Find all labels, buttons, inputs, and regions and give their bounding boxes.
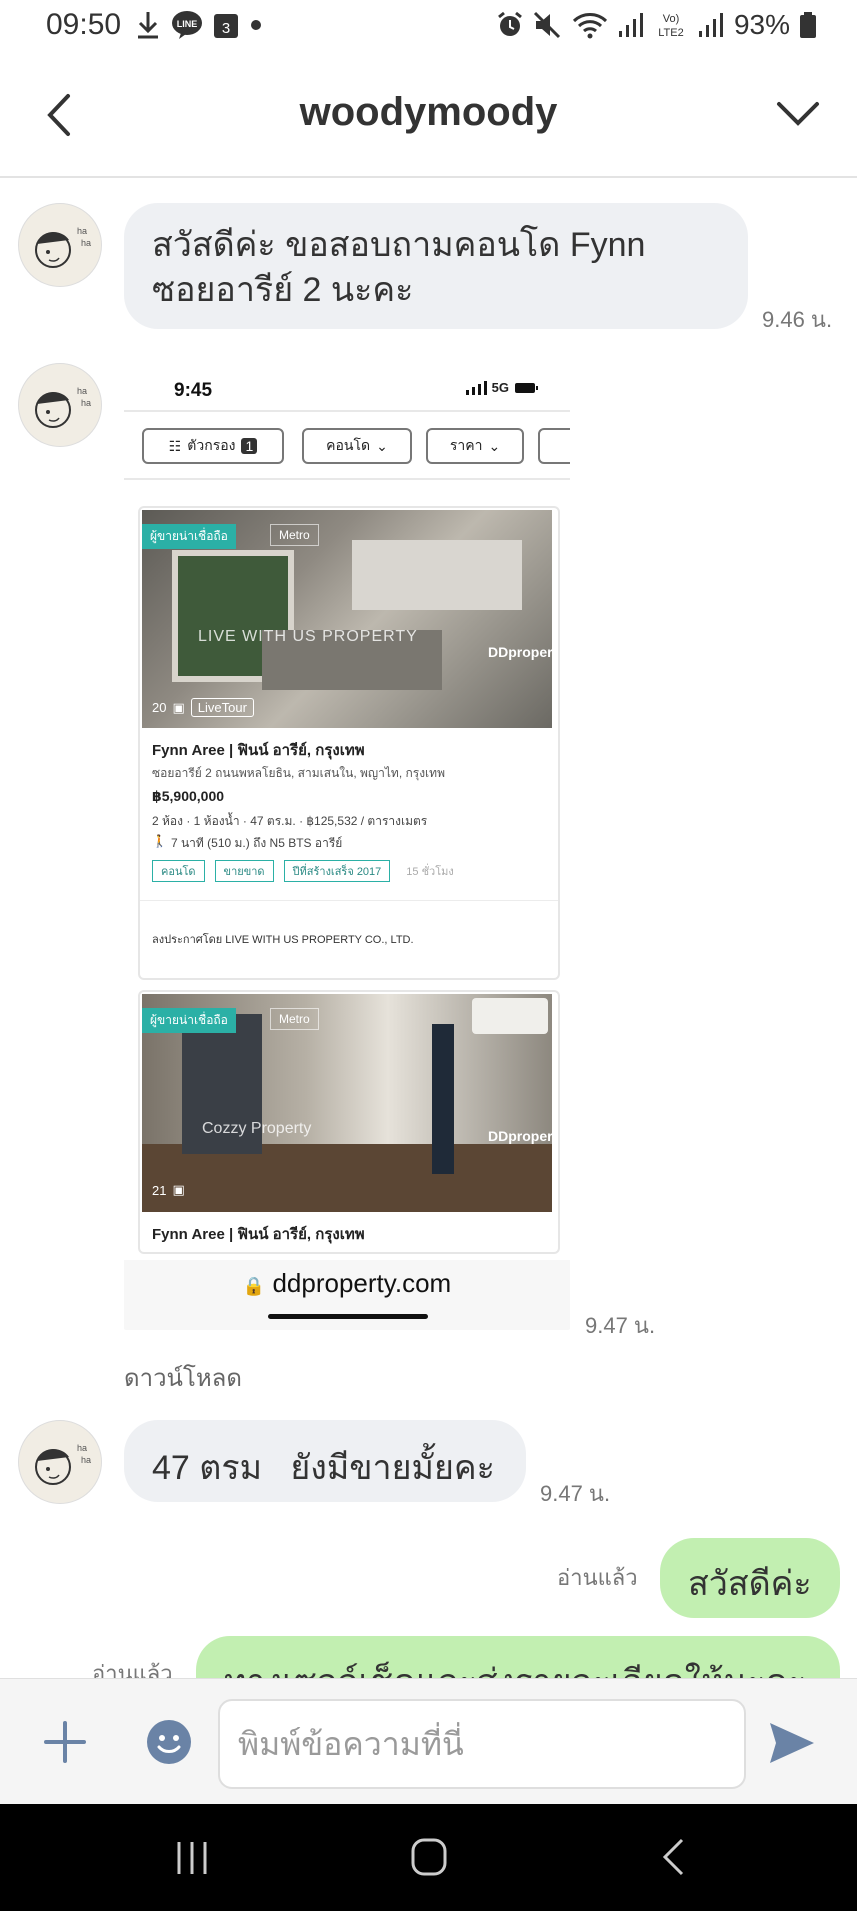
avatar-drawing-icon: ha ha bbox=[35, 386, 91, 428]
navigation-bar bbox=[0, 1804, 857, 1911]
message-time: 9.47 น. bbox=[585, 1313, 656, 1338]
listing-agent: ลงประกาศโดย LIVE WITH US PROPERTY CO., L… bbox=[152, 934, 414, 946]
listing-photo: ผู้ขายน่าเชื่อถือ Metro LIVE WITH US PRO… bbox=[142, 510, 558, 728]
badge: ผู้ขายน่าเชื่อถือ bbox=[142, 524, 236, 549]
message-bubble[interactable]: 47 ตรม ยังมีขายมั้ยคะ bbox=[124, 1420, 526, 1502]
signal-icon bbox=[618, 13, 643, 37]
battery-icon bbox=[800, 12, 816, 38]
calendar-icon: 3 bbox=[214, 14, 238, 38]
volte-icon: Vo) LTE2 bbox=[658, 13, 683, 39]
home-indicator bbox=[268, 1314, 428, 1319]
listing-photo: ผู้ขายน่าเชื่อถือ Metro Cozzy Property D… bbox=[142, 994, 558, 1212]
gallery-icon: ▣ bbox=[172, 699, 185, 715]
photo-watermark: LIVE WITH US PROPERTY bbox=[198, 628, 418, 645]
badge: ผู้ขายน่าเชื่อถือ bbox=[142, 1008, 236, 1033]
message-time: 9.46 น. bbox=[762, 307, 833, 332]
filter-chip: ☷ ตัวกรอง 1 bbox=[142, 428, 284, 464]
battery-icon bbox=[515, 382, 538, 393]
listing-posted: 15 ชั่วโมง bbox=[406, 866, 454, 878]
svg-text:LTE2: LTE2 bbox=[658, 27, 683, 39]
signal-icon bbox=[465, 380, 487, 395]
walk-icon: 🚶 bbox=[152, 834, 167, 848]
avatar-drawing-icon: ha ha bbox=[35, 1443, 91, 1485]
svg-text:ha: ha bbox=[81, 238, 91, 248]
svg-text:3: 3 bbox=[222, 20, 230, 37]
alarm-icon bbox=[498, 11, 522, 36]
read-receipt: อ่านแล้ว bbox=[557, 1565, 638, 1590]
shot-network: 5G bbox=[491, 380, 509, 395]
shot-time: 9:45 bbox=[174, 380, 213, 401]
avatar-drawing-icon: ha ha bbox=[35, 226, 91, 268]
livetour-tag: LiveTour bbox=[190, 698, 254, 717]
listing-card: ผู้ขายน่าเชื่อถือ Metro LIVE WITH US PRO… bbox=[138, 506, 560, 980]
message-text: สวัสดีค่ะ bbox=[688, 1565, 812, 1603]
svg-text:ha: ha bbox=[77, 386, 87, 396]
avatar[interactable]: ha ha bbox=[18, 203, 102, 287]
listing-tag: คอนโด bbox=[152, 860, 205, 882]
lock-icon: 🔒 bbox=[242, 1276, 266, 1296]
listing-title: Fynn Aree | ฟินน์ อารีย์, กรุงเทพ bbox=[152, 1226, 365, 1243]
chat-header: woodymoody bbox=[0, 52, 857, 178]
mute-icon bbox=[533, 11, 561, 39]
message-input-bar bbox=[0, 1678, 857, 1805]
message-input-wrapper bbox=[218, 1699, 746, 1789]
emoji-button[interactable] bbox=[146, 1719, 192, 1765]
battery-percent: 93% bbox=[733, 9, 790, 40]
listing-tag: ปีที่สร้างเสร็จ 2017 bbox=[283, 860, 391, 882]
brand-watermark: DDproperty bbox=[488, 1128, 560, 1144]
gallery-icon: ▣ bbox=[172, 1182, 185, 1197]
chevron-down-icon: ⌄ bbox=[488, 437, 501, 454]
image-message[interactable]: 9:45 5G ☷ ตัวกรอง 1 คอนโด ⌄ ราคา ⌄ ผู้ขายน… bbox=[124, 370, 570, 1330]
listing-address: ซอยอารีย์ 2 ถนนพหลโยธิน, สามเสนใน, พญาไท… bbox=[152, 766, 445, 780]
recent-apps-button[interactable] bbox=[174, 1840, 210, 1876]
wifi-icon bbox=[572, 13, 607, 39]
listing-tag: ขายขาด bbox=[214, 860, 274, 882]
listing-card: ผู้ขายน่าเชื่อถือ Metro Cozzy Property D… bbox=[138, 990, 560, 1254]
badge-metro: Metro bbox=[270, 524, 319, 546]
badge-metro: Metro bbox=[270, 1008, 319, 1030]
avatar[interactable]: ha ha bbox=[18, 1420, 102, 1504]
photo-count: 20 bbox=[152, 700, 167, 715]
message-time: 9.47 น. bbox=[540, 1481, 611, 1506]
home-button[interactable] bbox=[410, 1837, 448, 1877]
status-time: 09:50 bbox=[46, 8, 122, 41]
brand-watermark: DDproperty bbox=[488, 644, 560, 660]
avatar[interactable]: ha ha bbox=[18, 363, 102, 447]
chevron-down-icon[interactable] bbox=[773, 94, 823, 134]
send-button[interactable] bbox=[768, 1721, 816, 1765]
line-app-icon: LINE bbox=[172, 11, 202, 39]
filter-chip: คอนโด ⌄ bbox=[302, 428, 412, 464]
message-text: สวัสดีค่ะ ขอสอบถามคอนโด Fynn bbox=[152, 226, 646, 264]
photo-watermark: Cozzy Property bbox=[202, 1120, 312, 1137]
svg-text:ha: ha bbox=[77, 1443, 87, 1453]
listing-transit: 7 นาที (510 ม.) ถึง N5 BTS อารีย์ bbox=[170, 836, 343, 850]
url-text: ddproperty.com bbox=[272, 1268, 452, 1298]
chevron-down-icon: ⌄ bbox=[376, 437, 388, 454]
download-link[interactable]: ดาวน์โหลด bbox=[124, 1358, 242, 1397]
dot-icon bbox=[251, 20, 261, 30]
svg-text:ha: ha bbox=[81, 1455, 91, 1465]
listing-specs: 2 ห้อง · 1 ห้องน้ำ · 47 ตร.ม. · ฿125,532… bbox=[152, 814, 428, 828]
status-bar: 09:50 LINE 3 Vo) LTE2 93% bbox=[0, 0, 857, 52]
message-bubble[interactable]: สวัสดีค่ะ ขอสอบถามคอนโด Fynn ซอยอารีย์ 2… bbox=[124, 203, 748, 329]
photo-count: 21 bbox=[152, 1182, 167, 1198]
chat-title: woodymoody bbox=[299, 90, 558, 134]
listing-price: ฿5,900,000 bbox=[152, 788, 225, 804]
message-text: ซอยอารีย์ 2 นะคะ bbox=[152, 271, 414, 309]
svg-text:ha: ha bbox=[81, 398, 91, 408]
filter-icon: ☷ bbox=[168, 437, 182, 454]
download-icon bbox=[138, 12, 158, 39]
svg-text:ha: ha bbox=[77, 226, 87, 236]
message-text: 47 ตรม ยังมีขายมั้ยคะ bbox=[152, 1449, 495, 1487]
back-nav-button[interactable] bbox=[660, 1837, 686, 1877]
svg-text:LINE: LINE bbox=[177, 19, 198, 29]
add-button[interactable] bbox=[44, 1721, 86, 1763]
message-bubble-outgoing[interactable]: สวัสดีค่ะ bbox=[660, 1538, 840, 1618]
svg-text:Vo): Vo) bbox=[663, 13, 680, 25]
listing-title: Fynn Aree | ฟินน์ อารีย์, กรุงเทพ bbox=[152, 742, 365, 759]
message-input[interactable] bbox=[220, 1701, 744, 1787]
signal-icon-2 bbox=[698, 13, 723, 37]
filter-chip: ราคา ⌄ bbox=[426, 428, 524, 464]
